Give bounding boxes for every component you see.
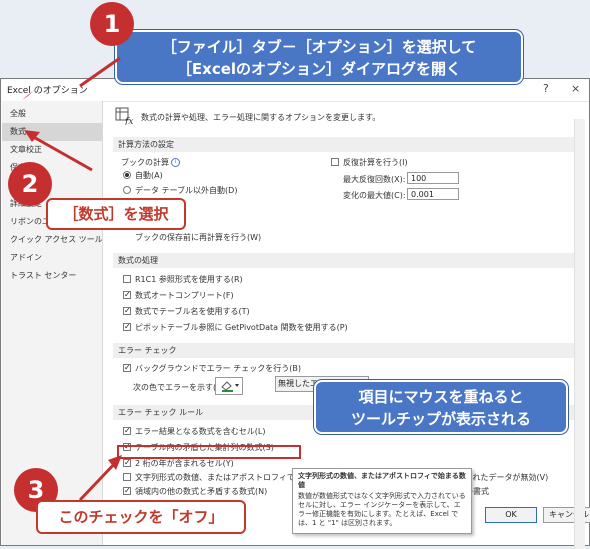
arrow-step1	[79, 56, 121, 88]
step-number-2: 2	[8, 162, 52, 206]
callout-tooltip: 項目にマウスを重ねると ツールチップが表示される	[314, 380, 568, 434]
annotation-arrows	[22, 56, 122, 502]
callout-step2: ［数式］を選択	[46, 198, 186, 230]
callout-step3: このチェックを「オフ」	[36, 500, 246, 534]
arrow-head-step2	[22, 90, 34, 100]
callout-tooltip-line1: 項目にマウスを重ねると	[358, 388, 524, 406]
callout-tooltip-line2: ツールチップが表示される	[350, 410, 531, 428]
arrow-step3	[78, 458, 120, 502]
